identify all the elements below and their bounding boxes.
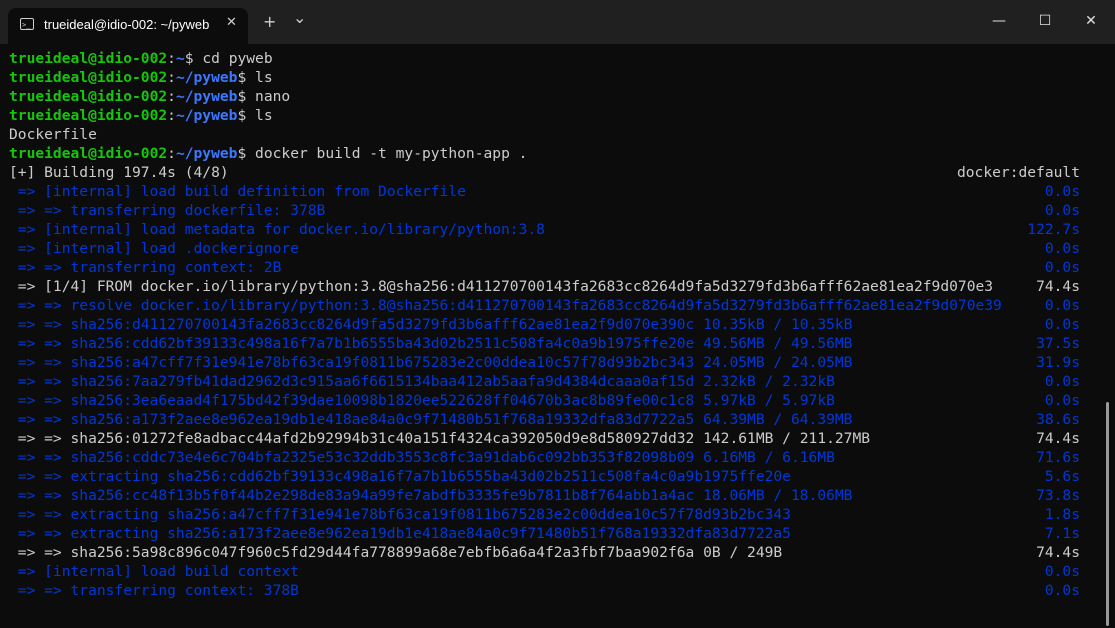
chevron-down-icon[interactable]: ⌄ [293, 8, 306, 27]
build-step-time: 0.0s [1044, 183, 1080, 200]
prompt-path: ~/pyweb [175, 88, 238, 105]
build-step-time: 0.0s [1044, 316, 1080, 333]
prompt-path: ~/pyweb [175, 69, 238, 86]
build-step-line: => [1/4] FROM docker.io/library/python:3… [9, 278, 994, 295]
build-step-line: => => sha256:d411270700143fa2683cc8264d9… [9, 316, 853, 333]
close-window-button[interactable]: ✕ [1068, 6, 1114, 36]
prompt-line: trueideal@idio-002:~/pyweb$ nano [9, 87, 290, 106]
build-builder: docker:default [956, 164, 1080, 181]
build-step-line: => => sha256:a173f2aee8e962ea19db1e418ae… [9, 411, 853, 428]
prompt-dollar: $ [237, 107, 247, 124]
build-step-time: 0.0s [1044, 373, 1080, 390]
new-tab-icon[interactable]: + [263, 12, 276, 31]
prompt-sep: : [167, 107, 176, 124]
prompt-line: trueideal@idio-002:~/pyweb$ docker build… [9, 144, 527, 163]
build-step-time: 31.9s [1036, 354, 1080, 371]
prompt-line: trueideal@idio-002:~/pyweb$ ls [9, 68, 273, 87]
build-step-time: 0.0s [1044, 259, 1080, 276]
build-step-line: => => extracting sha256:cdd62bf39133c498… [9, 468, 791, 485]
build-step-time: 74.4s [1036, 430, 1080, 447]
build-step-line: => => sha256:a47cff7f31e941e78bf63ca19f0… [9, 354, 853, 371]
build-step-time: 38.6s [1036, 411, 1080, 428]
build-step-line: => [internal] load metadata for docker.i… [9, 221, 545, 238]
ls-output: Dockerfile [9, 126, 97, 143]
prompt-line: trueideal@idio-002:~$ cd pyweb [9, 49, 273, 68]
build-step-time: 0.0s [1044, 582, 1080, 599]
terminal-icon: >_ [20, 18, 34, 30]
tab-active[interactable]: >_ trueideal@idio-002: ~/pyweb ✕ [8, 8, 248, 44]
tab-title: trueideal@idio-002: ~/pyweb [44, 17, 210, 32]
build-step-line: => => sha256:cc48f13b5f0f44b2e298de83a94… [9, 487, 853, 504]
prompt-user: trueideal@idio-002 [9, 50, 168, 67]
build-step-time: 74.4s [1036, 544, 1080, 561]
prompt-dollar: $ [237, 145, 247, 162]
build-step-line: => => extracting sha256:a47cff7f31e941e7… [9, 506, 791, 523]
build-step-time: 5.6s [1044, 468, 1080, 485]
build-step-line: => => resolve docker.io/library/python:3… [9, 297, 1002, 314]
build-step-line: => [internal] load build context [9, 563, 299, 580]
build-step-line: => => sha256:3ea6eaad4f175bd42f39dae1009… [9, 392, 835, 409]
build-step-line: => [internal] load .dockerignore [9, 240, 299, 257]
title-bar: >_ trueideal@idio-002: ~/pyweb ✕ + ⌄ — ☐… [0, 0, 1115, 44]
build-step-time: 37.5s [1036, 335, 1080, 352]
command-text: ls [246, 69, 273, 86]
command-text: ls [246, 107, 273, 124]
build-step-time: 122.7s [1027, 221, 1080, 238]
prompt-dollar: $ [184, 50, 194, 67]
tab-close-icon[interactable]: ✕ [226, 15, 237, 30]
terminal-window: >_ trueideal@idio-002: ~/pyweb ✕ + ⌄ — ☐… [0, 0, 1115, 628]
build-step-time: 0.0s [1044, 297, 1080, 314]
build-step-time: 0.0s [1044, 392, 1080, 409]
prompt-sep: : [167, 50, 176, 67]
maximize-button[interactable]: ☐ [1022, 6, 1068, 36]
scrollbar[interactable] [1106, 402, 1109, 626]
minimize-button[interactable]: — [976, 6, 1022, 36]
prompt-path: ~/pyweb [175, 107, 238, 124]
build-step-time: 1.8s [1044, 506, 1080, 523]
terminal-output[interactable]: trueideal@idio-002:~$ cd pyweb trueideal… [0, 44, 1115, 628]
build-step-line: => => sha256:cdd62bf39133c498a16f7a7b1b6… [9, 335, 853, 352]
build-step-time: 74.4s [1036, 278, 1080, 295]
build-step-line: => => sha256:5a98c896c047f960c5fd29d44fa… [9, 544, 783, 561]
build-step-line: => => transferring context: 378B [9, 582, 299, 599]
prompt-user: trueideal@idio-002 [9, 69, 168, 86]
prompt-path: ~ [175, 50, 185, 67]
build-step-time: 0.0s [1044, 202, 1080, 219]
command-text: docker build -t my-python-app . [246, 145, 528, 162]
build-step-line: => => sha256:cddc73e4e6c704bfa2325e53c32… [9, 449, 835, 466]
prompt-user: trueideal@idio-002 [9, 145, 168, 162]
prompt-user: trueideal@idio-002 [9, 107, 168, 124]
build-step-line: => => sha256:01272fe8adbacc44afd2b92994b… [9, 430, 871, 447]
build-step-time: 7.1s [1044, 525, 1080, 542]
build-step-time: 73.8s [1036, 487, 1080, 504]
prompt-user: trueideal@idio-002 [9, 88, 168, 105]
prompt-line: trueideal@idio-002:~/pyweb$ ls [9, 106, 273, 125]
prompt-dollar: $ [237, 69, 247, 86]
prompt-sep: : [167, 69, 176, 86]
build-step-line: => => transferring context: 2B [9, 259, 282, 276]
build-step-line: => => transferring dockerfile: 378B [9, 202, 326, 219]
build-step-time: 0.0s [1044, 240, 1080, 257]
build-step-line: => => sha256:7aa279fb41dad2962d3c915aa6f… [9, 373, 835, 390]
command-text: cd pyweb [193, 50, 273, 67]
prompt-path: ~/pyweb [175, 145, 238, 162]
build-step-time: 0.0s [1044, 563, 1080, 580]
prompt-sep: : [167, 88, 176, 105]
build-step-time: 71.6s [1036, 449, 1080, 466]
build-step-line: => [internal] load build definition from… [9, 183, 466, 200]
build-header: [+] Building 197.4s (4/8) [9, 164, 229, 181]
prompt-sep: : [167, 145, 176, 162]
build-step-line: => => extracting sha256:a173f2aee8e962ea… [9, 525, 791, 542]
command-text: nano [246, 88, 291, 105]
prompt-dollar: $ [237, 88, 247, 105]
